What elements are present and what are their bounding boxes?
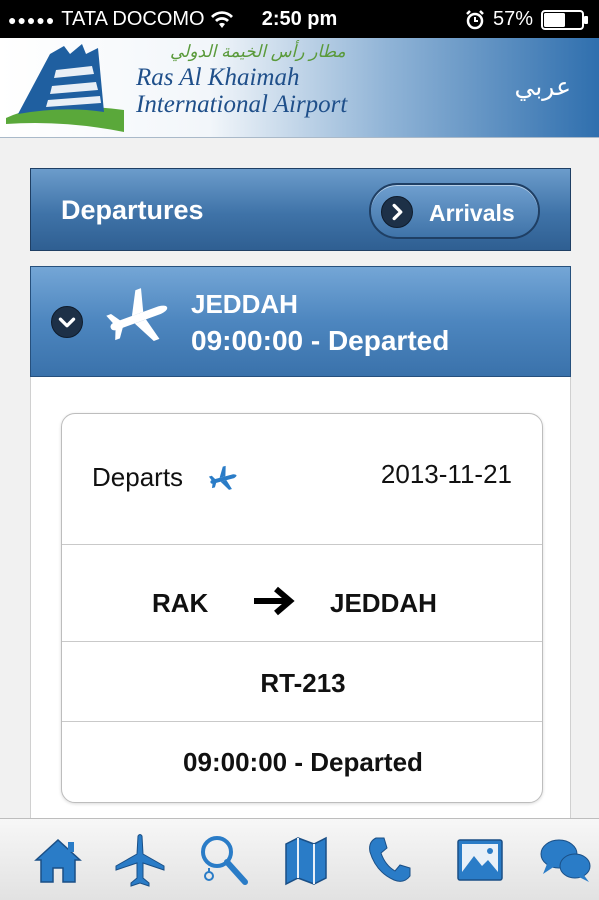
app-header: مطار رأس الخيمة الدولي Ras Al Khaimah In… — [0, 38, 599, 138]
flights-panel: Departures Arrivals JEDDAH 09:00:00 - De… — [30, 168, 571, 818]
arrow-right-icon — [254, 586, 295, 616]
status-bar: ●●●●● TATA DOCOMO 2:50 pm 57% — [0, 0, 599, 38]
nav-chat[interactable] — [535, 829, 595, 891]
airport-logo — [6, 44, 124, 132]
home-icon — [34, 838, 82, 883]
battery-percent: 57% — [492, 8, 533, 30]
flight-detail-status: 09:00:00 - Departed — [183, 747, 423, 777]
signal-dots-icon: ●●●●● — [8, 11, 56, 28]
status-left: ●●●●● TATA DOCOMO — [8, 8, 233, 31]
arrivals-label: Arrivals — [429, 200, 515, 226]
nav-gallery[interactable] — [450, 829, 510, 891]
status-right: 57% — [465, 8, 589, 31]
departure-date: 2013-11-21 — [380, 459, 512, 489]
flight-number: RT-213 — [260, 668, 346, 698]
battery-icon — [541, 9, 588, 30]
logo-arabic-text: مطار رأس الخيمة الدولي — [170, 42, 346, 61]
destination-name: JEDDAH — [330, 588, 437, 618]
flights-icon — [115, 834, 165, 887]
flight-destination: JEDDAH — [191, 289, 298, 319]
flight-status: 09:00:00 - Departed — [191, 325, 450, 356]
bottom-nav — [0, 818, 599, 900]
phone-icon — [369, 837, 411, 882]
chevron-down-icon[interactable] — [51, 306, 83, 338]
departs-row: Departs 2013-11-21 — [62, 414, 542, 545]
nav-home[interactable] — [28, 829, 88, 891]
page-title: Departures — [61, 195, 204, 225]
logo-title: Ras Al Khaimah — [136, 64, 300, 91]
flight-detail-area: Departs 2013-11-21 RAK JEDDAH RT-213 09:… — [30, 377, 571, 818]
departure-plane-icon — [208, 465, 237, 490]
gallery-icon — [457, 839, 503, 881]
flight-row[interactable]: JEDDAH 09:00:00 - Departed — [30, 266, 571, 377]
departures-header: Departures Arrivals — [30, 168, 571, 251]
origin-code: RAK — [152, 588, 209, 618]
nav-phone[interactable] — [360, 829, 420, 891]
nav-map[interactable] — [276, 829, 336, 891]
arabic-language-link[interactable]: عربي — [514, 72, 571, 102]
status-row: 09:00:00 - Departed — [62, 722, 542, 802]
alarm-icon — [466, 9, 484, 29]
flight-number-row: RT-213 — [62, 642, 542, 722]
chevron-right-icon — [381, 196, 413, 228]
nav-flights[interactable] — [110, 829, 170, 891]
nav-search[interactable] — [193, 829, 253, 891]
flight-detail-card: Departs 2013-11-21 RAK JEDDAH RT-213 09:… — [61, 413, 543, 803]
logo-subtitle: International Airport — [136, 91, 348, 118]
route-row: RAK JEDDAH — [62, 545, 542, 642]
departs-label: Departs — [92, 462, 184, 492]
chat-icon — [540, 839, 591, 882]
carrier-name: TATA DOCOMO — [61, 8, 205, 30]
map-icon — [285, 836, 327, 886]
wifi-icon — [210, 10, 233, 28]
arrivals-button[interactable]: Arrivals — [369, 183, 540, 239]
search-icon — [201, 836, 248, 885]
airplane-icon — [106, 288, 168, 341]
